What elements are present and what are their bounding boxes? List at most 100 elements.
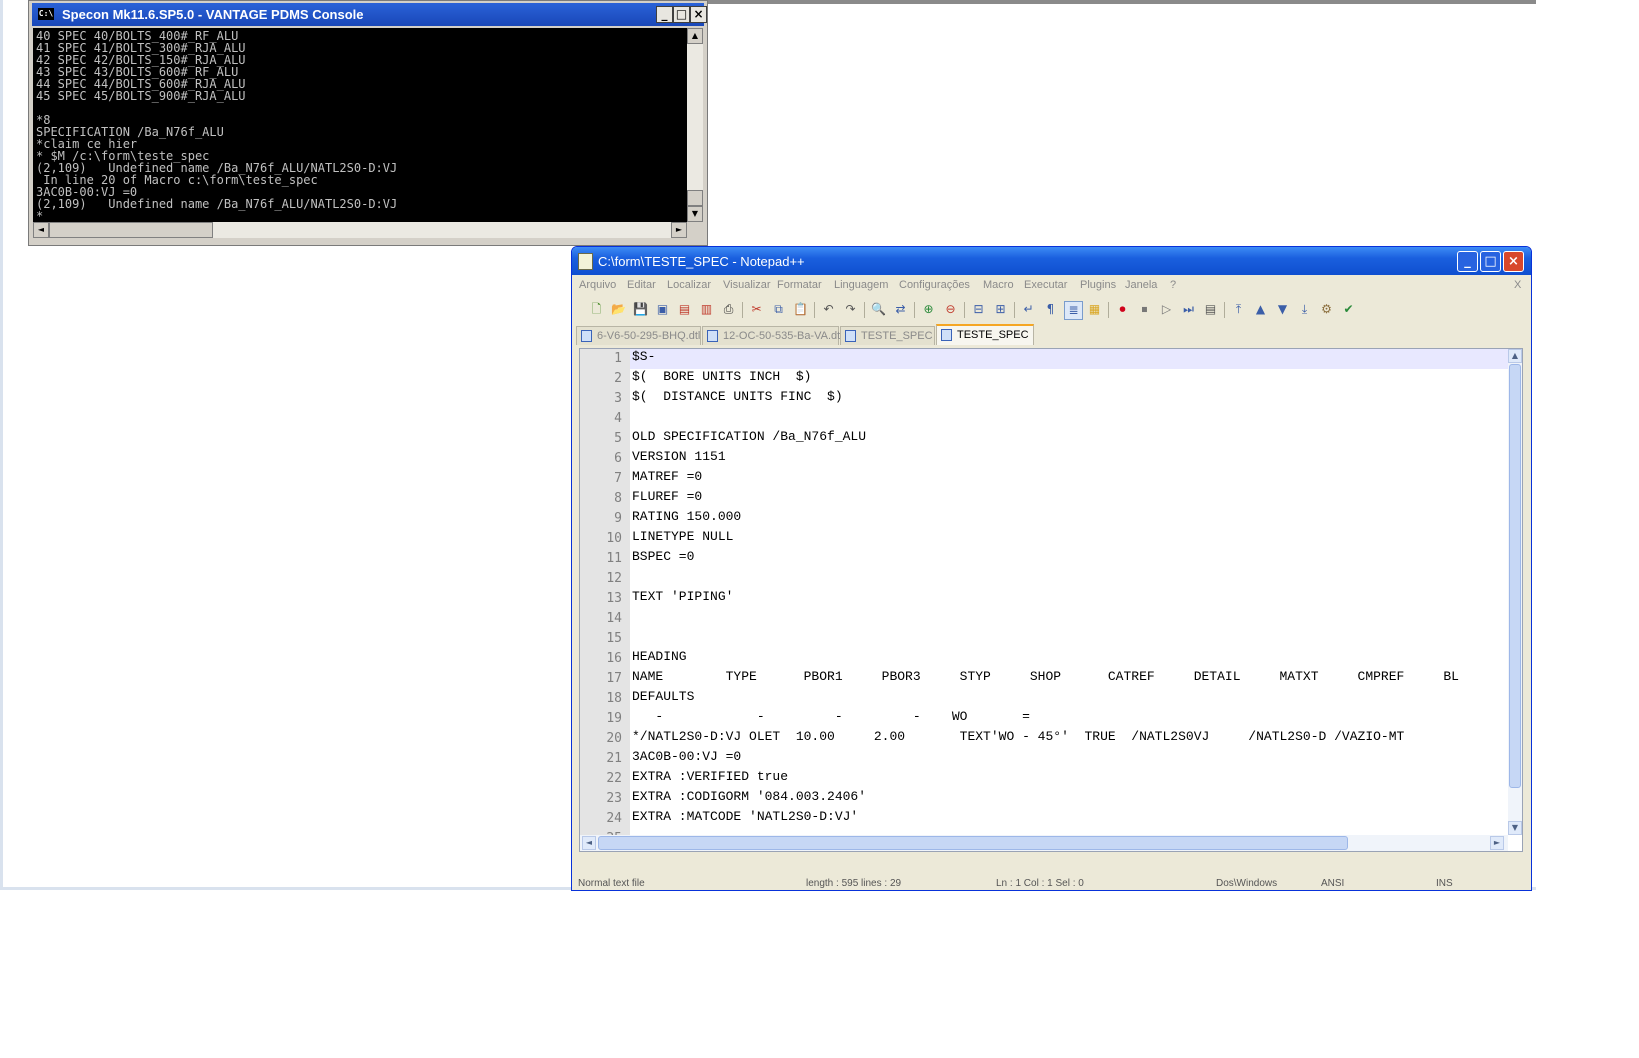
code-line[interactable]: HEADING — [630, 649, 1508, 669]
menu-macro[interactable]: Macro — [983, 279, 1014, 291]
tab-12-OC-50-535-Ba-VA[interactable]: 12-OC-50-535-Ba-VA.dtl — [702, 326, 843, 345]
tab-6-V6-50-295-BHQ[interactable]: 6-V6-50-295-BHQ.dtl — [576, 326, 701, 345]
menu-arquivo[interactable]: Arquivo — [579, 279, 616, 291]
stop-macro-icon[interactable]: ⏹ — [1136, 301, 1153, 318]
menu-help[interactable]: ? — [1170, 279, 1176, 291]
zoom-in-icon[interactable]: ⊕ — [920, 301, 937, 318]
code-line[interactable]: FLUREF =0 — [630, 489, 1508, 509]
hscroll-thumb[interactable] — [598, 836, 1348, 850]
code-line[interactable]: BSPEC =0 — [630, 549, 1508, 569]
menu-localizar[interactable]: Localizar — [667, 279, 711, 291]
pdms-console-window[interactable]: C:\ Specon Mk11.6.SP5.0 - VANTAGE PDMS C… — [28, 0, 708, 246]
menu-linguagem[interactable]: Linguagem — [834, 279, 888, 291]
cut-icon[interactable]: ✂ — [748, 301, 765, 318]
code-line[interactable]: $( DISTANCE UNITS FINC $) — [630, 389, 1508, 409]
plugin-down-icon[interactable]: ▼ — [1274, 301, 1291, 318]
code-line[interactable]: DEFAULTS — [630, 689, 1508, 709]
menu-executar[interactable]: Executar — [1024, 279, 1067, 291]
console-titlebar[interactable]: C:\ Specon Mk11.6.SP5.0 - VANTAGE PDMS C… — [32, 3, 707, 26]
print-icon[interactable]: ⎙ — [720, 301, 737, 318]
menu-visualizar[interactable]: Visualizar — [723, 279, 771, 291]
code-line[interactable]: EXTRA :CODIGORM '084.003.2406' — [630, 789, 1508, 809]
scroll-down-arrow-icon[interactable]: ▼ — [687, 206, 703, 222]
close-button[interactable]: × — [1503, 251, 1524, 272]
play-macro-icon[interactable]: ▷ — [1158, 301, 1175, 318]
menu-close-document[interactable]: X — [1514, 279, 1521, 291]
menu-editar[interactable]: Editar — [627, 279, 656, 291]
indent-guide-icon[interactable]: ≣ — [1064, 301, 1083, 320]
code-line[interactable]: MATREF =0 — [630, 469, 1508, 489]
open-file-icon[interactable]: 📂 — [610, 301, 627, 318]
hscroll-thumb[interactable] — [49, 222, 213, 238]
code-line[interactable] — [630, 609, 1508, 629]
plugin-last-icon[interactable]: ⤓ — [1296, 301, 1313, 318]
show-all-characters-icon[interactable]: ¶ — [1042, 301, 1059, 318]
close-all-icon[interactable]: ▥ — [698, 301, 715, 318]
sync-horizontal-icon[interactable]: ⊞ — [992, 301, 1009, 318]
plugin-first-icon[interactable]: ⤒ — [1230, 301, 1247, 318]
run-macro-multiple-icon[interactable]: ⏭ — [1180, 301, 1197, 318]
save-macro-icon[interactable]: ▤ — [1202, 301, 1219, 318]
sync-vertical-icon[interactable]: ⊟ — [970, 301, 987, 318]
zoom-out-icon[interactable]: ⊖ — [942, 301, 959, 318]
maximize-button[interactable]: □ — [1480, 251, 1501, 272]
record-macro-icon[interactable]: ⏺ — [1114, 301, 1131, 318]
plugin-up-icon[interactable]: ▲ — [1252, 301, 1269, 318]
code-line[interactable]: $S- — [630, 349, 1508, 369]
replace-icon[interactable]: ⇄ — [892, 301, 909, 318]
user-language-icon[interactable]: ▦ — [1086, 301, 1103, 318]
code-line[interactable]: - - - - WO = — [630, 709, 1508, 729]
paste-icon[interactable]: 📋 — [792, 301, 809, 318]
maximize-button[interactable]: □ — [673, 6, 690, 23]
code-line[interactable] — [630, 569, 1508, 589]
console-vertical-scrollbar[interactable]: ▲ ▼ — [687, 28, 703, 222]
notepadpp-window[interactable]: C:\form\TESTE_SPEC - Notepad++ _ □ × Arq… — [571, 246, 1532, 891]
scroll-up-arrow-icon[interactable]: ▲ — [1508, 349, 1522, 363]
close-button[interactable]: × — [690, 6, 707, 23]
editor-horizontal-scrollbar[interactable]: ◄ ► — [580, 835, 1508, 851]
code-line[interactable]: RATING 150.000 — [630, 509, 1508, 529]
spell-check-icon[interactable]: ✔ — [1340, 301, 1357, 318]
save-icon[interactable]: 💾 — [632, 301, 649, 318]
code-line[interactable]: EXTRA :VERIFIED true — [630, 769, 1508, 789]
editor-area[interactable]: 1234567891011121314151617181920212223242… — [579, 348, 1523, 852]
scroll-down-arrow-icon[interactable]: ▼ — [1508, 821, 1522, 835]
scroll-right-arrow-icon[interactable]: ► — [671, 222, 687, 238]
code-line[interactable]: LINETYPE NULL — [630, 529, 1508, 549]
console-output[interactable]: 40 SPEC 40/BOLTS_400#_RF_ALU 41 SPEC 41/B… — [33, 28, 687, 222]
code-line[interactable]: VERSION 1151 — [630, 449, 1508, 469]
scroll-thumb[interactable] — [687, 190, 703, 206]
code-text[interactable]: $S- $( BORE UNITS INCH $) $( DISTANCE UNIT… — [630, 349, 1508, 851]
editor-vertical-scrollbar[interactable]: ▲ ▼ — [1508, 349, 1522, 835]
menu-formatar[interactable]: Formatar — [777, 279, 822, 291]
code-line[interactable]: 3AC0B-00:VJ =0 — [630, 749, 1508, 769]
scroll-left-arrow-icon[interactable]: ◄ — [582, 836, 596, 850]
redo-icon[interactable]: ↷ — [842, 301, 859, 318]
minimize-button[interactable]: _ — [656, 6, 673, 23]
tab-teste-spec-active[interactable]: TESTE_SPEC — [936, 324, 1034, 345]
menu-janela[interactable]: Janela — [1125, 279, 1157, 291]
console-horizontal-scrollbar[interactable]: ◄ ► — [33, 222, 687, 238]
code-line[interactable] — [630, 629, 1508, 649]
scroll-left-arrow-icon[interactable]: ◄ — [33, 222, 49, 238]
code-line[interactable]: TEXT 'PIPING' — [630, 589, 1508, 609]
minimize-button[interactable]: _ — [1457, 251, 1478, 272]
undo-icon[interactable]: ↶ — [820, 301, 837, 318]
scroll-up-arrow-icon[interactable]: ▲ — [687, 28, 703, 44]
find-icon[interactable]: 🔍 — [870, 301, 887, 318]
code-line[interactable] — [630, 409, 1508, 429]
menu-configuracoes[interactable]: Configurações — [899, 279, 970, 291]
close-file-icon[interactable]: ▤ — [676, 301, 693, 318]
code-line[interactable]: EXTRA :MATCODE 'NATL2S0-D:VJ' — [630, 809, 1508, 829]
save-all-icon[interactable]: ▣ — [654, 301, 671, 318]
code-line[interactable]: NAME TYPE PBOR1 PBOR3 STYP SHOP CATREF D… — [630, 669, 1508, 689]
menu-plugins[interactable]: Plugins — [1080, 279, 1116, 291]
notepadpp-titlebar[interactable]: C:\form\TESTE_SPEC - Notepad++ _ □ × — [572, 247, 1531, 275]
plugin-tool-icon[interactable]: ⚙ — [1318, 301, 1335, 318]
word-wrap-icon[interactable]: ↵ — [1020, 301, 1037, 318]
new-file-icon[interactable]: 🗋 — [588, 301, 605, 318]
code-line[interactable]: OLD SPECIFICATION /Ba_N76f_ALU — [630, 429, 1508, 449]
code-line[interactable]: $( BORE UNITS INCH $) — [630, 369, 1508, 389]
vscroll-thumb[interactable] — [1509, 364, 1521, 788]
copy-icon[interactable]: ⧉ — [770, 301, 787, 318]
